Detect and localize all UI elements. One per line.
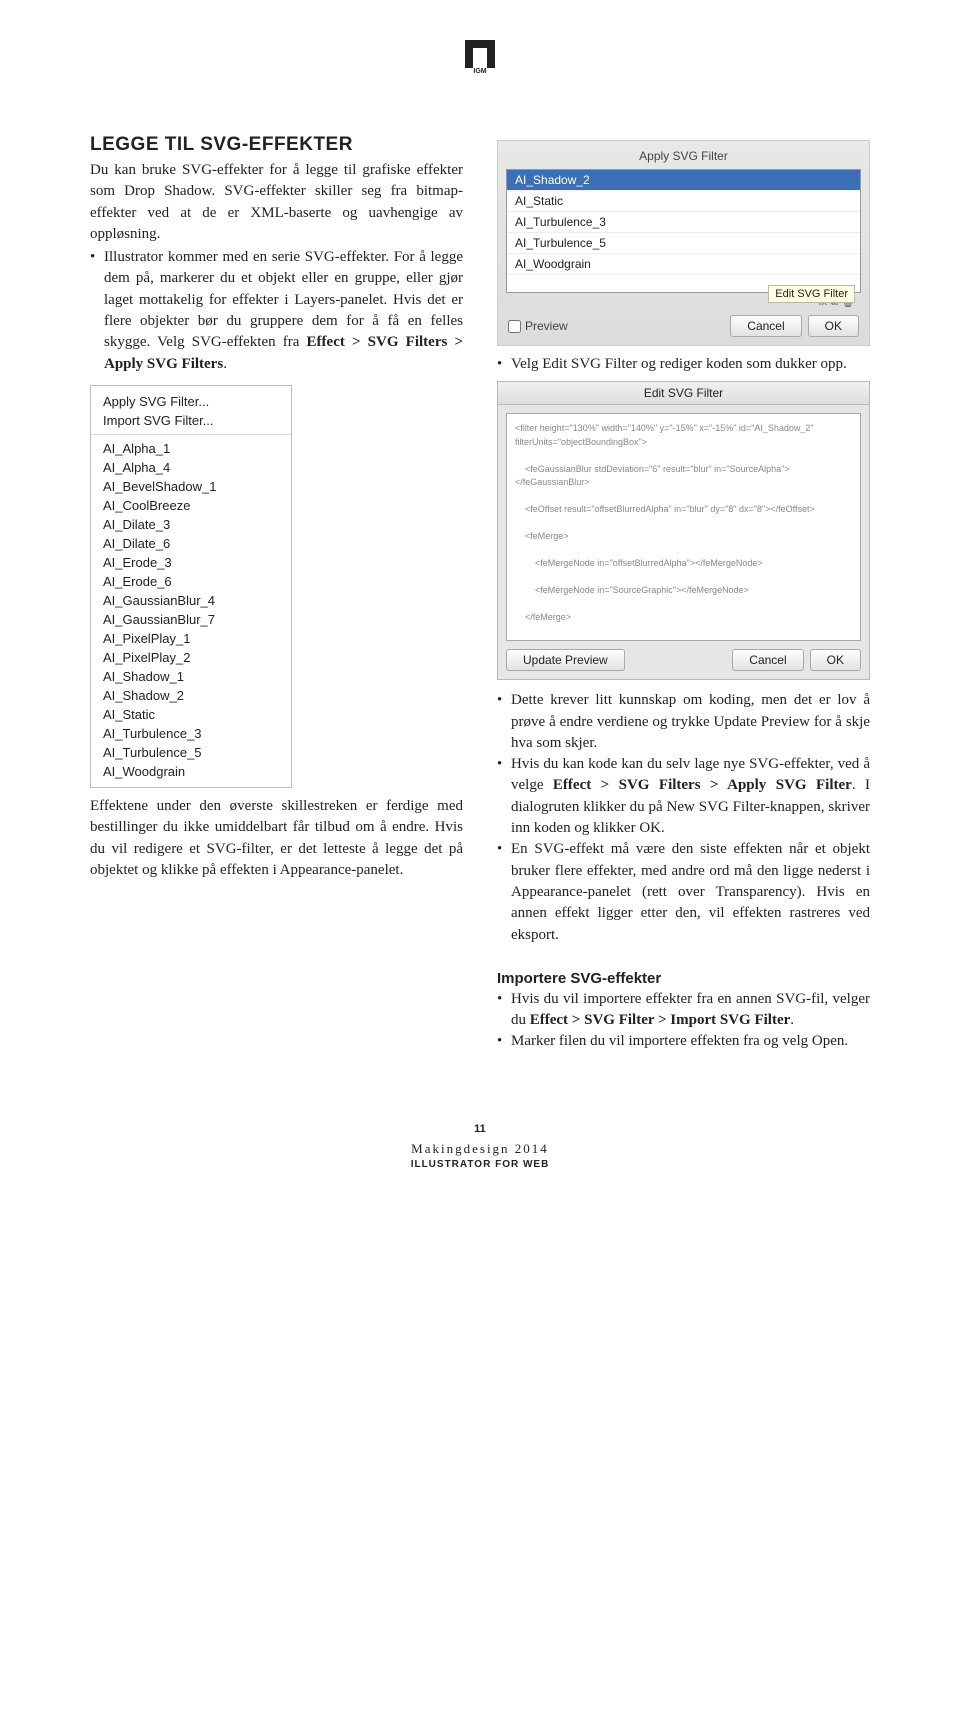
- list-item[interactable]: AI_Turbulence_5: [507, 233, 860, 254]
- bullet-dot: •: [497, 354, 511, 375]
- dialog-title: Apply SVG Filter: [506, 147, 861, 169]
- menu-separator: [91, 434, 291, 435]
- menu-item[interactable]: AI_Erode_3: [91, 553, 291, 572]
- bullet-text: Illustrator kommer med en serie SVG-effe…: [104, 247, 463, 375]
- ok-button[interactable]: OK: [810, 649, 861, 671]
- menu-item[interactable]: AI_Static: [91, 705, 291, 724]
- bullet-dot: •: [90, 247, 104, 375]
- menu-item[interactable]: AI_Woodgrain: [91, 762, 291, 781]
- menu-item[interactable]: AI_BevelShadow_1: [91, 477, 291, 496]
- menu-item[interactable]: AI_Shadow_1: [91, 667, 291, 686]
- edit-svg-filter-dialog: Edit SVG Filter <filter height="130%" wi…: [497, 381, 870, 680]
- list-item[interactable]: AI_Static: [507, 191, 860, 212]
- list-item[interactable]: AI_Turbulence_3: [507, 212, 860, 233]
- bullet-dot: •: [497, 754, 511, 839]
- page-number: 11: [90, 1123, 870, 1135]
- ok-button[interactable]: OK: [808, 315, 859, 337]
- cancel-button[interactable]: Cancel: [732, 649, 803, 671]
- paragraph: Effektene under den øverste skillestreke…: [90, 796, 463, 881]
- filter-list[interactable]: AI_Shadow_2 AI_Static AI_Turbulence_3 AI…: [506, 169, 861, 293]
- bullet-text: Hvis du vil importere effekter fra en an…: [511, 989, 870, 1032]
- section-heading: LEGGE TIL SVG-EFFEKTER: [90, 134, 463, 156]
- menu-item[interactable]: AI_Dilate_6: [91, 534, 291, 553]
- footer-line-2: ILLUSTRATOR FOR WEB: [90, 1159, 870, 1170]
- intro-paragraph: Du kan bruke SVG-effekter for å legge ti…: [90, 160, 463, 245]
- list-item[interactable]: AI_Woodgrain: [507, 254, 860, 275]
- list-item[interactable]: AI_Shadow_2: [507, 170, 860, 191]
- logo: IGM: [465, 40, 495, 74]
- update-preview-button[interactable]: Update Preview: [506, 649, 625, 671]
- svg-text:IGM: IGM: [473, 68, 486, 74]
- menu-item[interactable]: AI_Erode_6: [91, 572, 291, 591]
- bullet-text: Hvis du kan kode kan du selv lage nye SV…: [511, 754, 870, 839]
- bullet-text: En SVG-effekt må være den siste effekten…: [511, 839, 870, 945]
- edit-svg-filter-tooltip: Edit SVG Filter: [768, 285, 855, 303]
- menu-item[interactable]: AI_GaussianBlur_4: [91, 591, 291, 610]
- footer-line-1: Makingdesign 2014: [90, 1141, 870, 1157]
- menu-item[interactable]: AI_PixelPlay_1: [91, 629, 291, 648]
- cancel-button[interactable]: Cancel: [730, 315, 801, 337]
- bullet-dot: •: [497, 1031, 511, 1052]
- menu-item[interactable]: Apply SVG Filter...: [91, 392, 291, 411]
- bullet-dot: •: [497, 839, 511, 945]
- menu-item[interactable]: AI_Alpha_4: [91, 458, 291, 477]
- svg-filter-menu: Apply SVG Filter... Import SVG Filter...…: [90, 385, 292, 788]
- dialog-title: Edit SVG Filter: [498, 382, 869, 405]
- menu-item[interactable]: AI_Turbulence_3: [91, 724, 291, 743]
- bullet-text: Dette krever litt kunnskap om koding, me…: [511, 690, 870, 754]
- bullet-dot: •: [497, 989, 511, 1032]
- subsection-heading: Importere SVG-effekter: [497, 970, 870, 987]
- preview-checkbox[interactable]: Preview: [508, 319, 568, 333]
- apply-svg-filter-dialog: Apply SVG Filter AI_Shadow_2 AI_Static A…: [497, 140, 870, 346]
- menu-item[interactable]: AI_GaussianBlur_7: [91, 610, 291, 629]
- bullet-text: Velg Edit SVG Filter og rediger koden so…: [511, 354, 870, 375]
- menu-item[interactable]: AI_Alpha_1: [91, 439, 291, 458]
- menu-item[interactable]: AI_CoolBreeze: [91, 496, 291, 515]
- menu-item[interactable]: AI_PixelPlay_2: [91, 648, 291, 667]
- menu-item[interactable]: AI_Dilate_3: [91, 515, 291, 534]
- page-footer: 11 Makingdesign 2014 ILLUSTRATOR FOR WEB: [90, 1123, 870, 1170]
- code-textarea[interactable]: <filter height="130%" width="140%" y="-1…: [506, 413, 861, 641]
- menu-item[interactable]: AI_Turbulence_5: [91, 743, 291, 762]
- bullet-text: Marker filen du vil importere effekten f…: [511, 1031, 870, 1052]
- bullet-dot: •: [497, 690, 511, 754]
- menu-item[interactable]: AI_Shadow_2: [91, 686, 291, 705]
- menu-item[interactable]: Import SVG Filter...: [91, 411, 291, 430]
